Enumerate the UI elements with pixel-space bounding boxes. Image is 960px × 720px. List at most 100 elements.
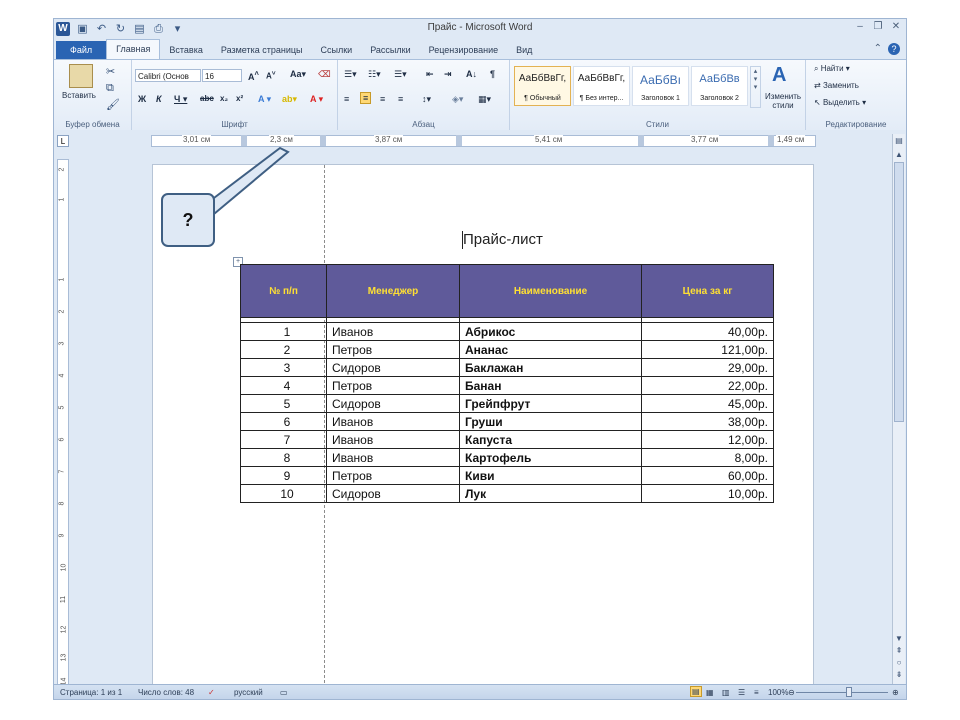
row-manager[interactable]: Сидоров xyxy=(326,484,460,503)
web-layout-icon[interactable]: ▥ xyxy=(722,688,730,697)
row-manager[interactable]: Иванов xyxy=(326,412,460,431)
row-product[interactable]: Груши xyxy=(459,412,642,431)
bold-icon[interactable]: Ж xyxy=(138,94,146,104)
zoom-in-icon[interactable]: ⊕ xyxy=(892,688,899,697)
row-number[interactable]: 6 xyxy=(240,412,327,431)
column-marker[interactable] xyxy=(456,135,462,146)
browse-object-icon[interactable]: ○ xyxy=(894,658,904,667)
language-indicator[interactable]: русский xyxy=(234,688,263,697)
change-case-icon[interactable]: Aa▾ xyxy=(290,69,306,80)
row-product[interactable]: Баклажан xyxy=(459,358,642,377)
font-color-icon[interactable]: A ▾ xyxy=(310,94,323,105)
row-product[interactable]: Киви xyxy=(459,466,642,485)
column-marker[interactable] xyxy=(638,135,644,146)
shading-icon[interactable]: ◈▾ xyxy=(452,94,463,105)
row-number[interactable]: 2 xyxy=(240,340,327,359)
zoom-out-icon[interactable]: ⊖ xyxy=(788,688,795,697)
tab-view[interactable]: Вид xyxy=(507,41,541,59)
highlight-icon[interactable]: ab▾ xyxy=(282,94,297,105)
strikethrough-icon[interactable]: abc xyxy=(200,94,214,103)
document-page[interactable]: Прайс-лист + № п/п Менеджер Наименование… xyxy=(152,164,814,684)
vertical-ruler[interactable]: 2 1 1 2 3 4 5 6 7 8 9 10 11 12 13 14 xyxy=(57,159,69,689)
tab-selector[interactable]: L xyxy=(57,135,69,147)
row-manager[interactable]: Петров xyxy=(326,376,460,395)
tab-page-layout[interactable]: Разметка страницы xyxy=(212,41,312,59)
row-product[interactable]: Грейпфрут xyxy=(459,394,642,413)
find-button[interactable]: ⌕ Найти ▾ xyxy=(814,64,850,74)
row-product[interactable]: Ананас xyxy=(459,340,642,359)
row-price[interactable]: 8,00р. xyxy=(641,448,774,467)
copy-icon[interactable]: ⧉ xyxy=(106,82,114,95)
borders-icon[interactable]: ▦▾ xyxy=(478,94,491,105)
row-number[interactable]: 9 xyxy=(240,466,327,485)
scroll-up-icon[interactable]: ▲ xyxy=(894,150,904,159)
shrink-font-icon[interactable]: A˅ xyxy=(266,70,276,81)
row-number[interactable]: 5 xyxy=(240,394,327,413)
styles-scroll-icon[interactable]: ▴ ▾ ▾ xyxy=(750,66,761,108)
bullets-icon[interactable]: ☰▾ xyxy=(344,69,357,80)
page-count[interactable]: Страница: 1 из 1 xyxy=(60,688,122,697)
vertical-scrollbar[interactable]: ▤ ▲ ▼ ⇞ ○ ⇟ xyxy=(892,134,905,684)
draft-view-icon[interactable]: ≡ xyxy=(754,688,759,697)
subscript-icon[interactable]: x₂ xyxy=(220,94,228,103)
row-product[interactable]: Абрикос xyxy=(459,322,642,341)
change-styles-icon[interactable]: A xyxy=(772,64,786,87)
row-manager[interactable]: Петров xyxy=(326,466,460,485)
font-size-combo[interactable]: 16 xyxy=(202,69,242,82)
header-cell[interactable]: Наименование xyxy=(459,264,642,318)
tab-home[interactable]: Главная xyxy=(106,39,161,59)
tab-mailings[interactable]: Рассылки xyxy=(361,41,419,59)
paste-button[interactable]: Вставить xyxy=(62,91,96,100)
row-manager[interactable]: Иванов xyxy=(326,448,460,467)
cut-icon[interactable]: ✂ xyxy=(106,65,115,78)
header-cell[interactable]: № п/п xyxy=(240,264,327,318)
column-marker[interactable] xyxy=(768,135,774,146)
column-marker[interactable] xyxy=(241,135,247,146)
italic-icon[interactable]: К xyxy=(156,94,162,104)
tab-insert[interactable]: Вставка xyxy=(160,41,211,59)
row-manager[interactable]: Иванов xyxy=(326,322,460,341)
spelling-check-icon[interactable]: ✓ xyxy=(208,688,215,697)
style-no-spacing[interactable]: АаБбВвГг, ¶ Без интер... xyxy=(573,66,630,106)
close-icon[interactable]: ✕ xyxy=(890,21,902,32)
sort-icon[interactable]: A↓ xyxy=(466,69,477,79)
justify-icon[interactable]: ≡ xyxy=(398,94,403,104)
row-product[interactable]: Картофель xyxy=(459,448,642,467)
format-painter-icon[interactable]: 🖌 xyxy=(106,98,120,111)
increase-indent-icon[interactable]: ⇥ xyxy=(444,69,452,80)
underline-icon[interactable]: Ч ▾ xyxy=(174,94,187,105)
grow-font-icon[interactable]: A˄ xyxy=(248,69,259,82)
row-price[interactable]: 22,00р. xyxy=(641,376,774,395)
ruler-toggle-icon[interactable]: ▤ xyxy=(894,136,904,145)
header-cell[interactable]: Менеджер xyxy=(326,264,460,318)
multilevel-list-icon[interactable]: ☰▾ xyxy=(394,69,407,80)
row-manager[interactable]: Иванов xyxy=(326,430,460,449)
paste-icon[interactable] xyxy=(69,64,93,88)
line-spacing-icon[interactable]: ↕▾ xyxy=(422,94,431,105)
text-effects-icon[interactable]: A ▾ xyxy=(258,94,271,105)
row-number[interactable]: 10 xyxy=(240,484,327,503)
align-left-icon[interactable]: ≡ xyxy=(344,94,349,104)
row-product[interactable]: Банан xyxy=(459,376,642,395)
print-layout-icon[interactable]: ▤ xyxy=(690,686,702,697)
row-price[interactable]: 60,00р. xyxy=(641,466,774,485)
tab-file[interactable]: Файл xyxy=(56,41,107,59)
align-right-icon[interactable]: ≡ xyxy=(380,94,385,104)
full-screen-reading-icon[interactable]: ▦ xyxy=(706,688,714,697)
style-normal[interactable]: АаБбВвГг, ¶ Обычный xyxy=(514,66,571,106)
row-price[interactable]: 29,00р. xyxy=(641,358,774,377)
row-manager[interactable]: Сидоров xyxy=(326,394,460,413)
restore-icon[interactable]: ❐ xyxy=(872,21,884,32)
row-price[interactable]: 45,00р. xyxy=(641,394,774,413)
superscript-icon[interactable]: x² xyxy=(236,94,243,103)
row-number[interactable]: 7 xyxy=(240,430,327,449)
tab-references[interactable]: Ссылки xyxy=(312,41,362,59)
row-manager[interactable]: Петров xyxy=(326,340,460,359)
word-count[interactable]: Число слов: 48 xyxy=(138,688,194,697)
row-price[interactable]: 10,00р. xyxy=(641,484,774,503)
row-number[interactable]: 4 xyxy=(240,376,327,395)
minimize-icon[interactable]: – xyxy=(854,21,866,32)
row-price[interactable]: 38,00р. xyxy=(641,412,774,431)
align-center-icon[interactable]: ≡ xyxy=(360,92,372,104)
header-cell[interactable]: Цена за кг xyxy=(641,264,774,318)
